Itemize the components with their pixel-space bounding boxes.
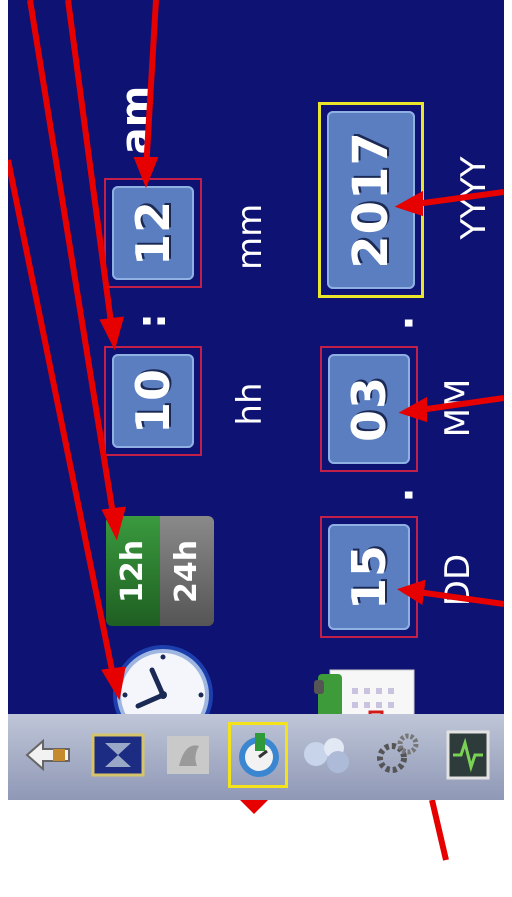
gears-icon[interactable]: [368, 722, 428, 788]
taskbar: [8, 714, 504, 800]
network-icon[interactable]: [298, 722, 358, 788]
heartbeat-monitor-icon[interactable]: [438, 722, 498, 788]
annotation-arrows: [8, 0, 504, 800]
hourglass-icon[interactable]: [88, 722, 148, 788]
back-icon[interactable]: [18, 722, 78, 788]
datetime-settings-icon[interactable]: [228, 722, 288, 788]
settings-screen: am 12 mm : 10 hh 12h 24h 2017 . 03 MM . …: [8, 0, 504, 800]
bottom-arrow-tips: [240, 800, 449, 861]
ghost-app-icon[interactable]: [158, 722, 218, 788]
